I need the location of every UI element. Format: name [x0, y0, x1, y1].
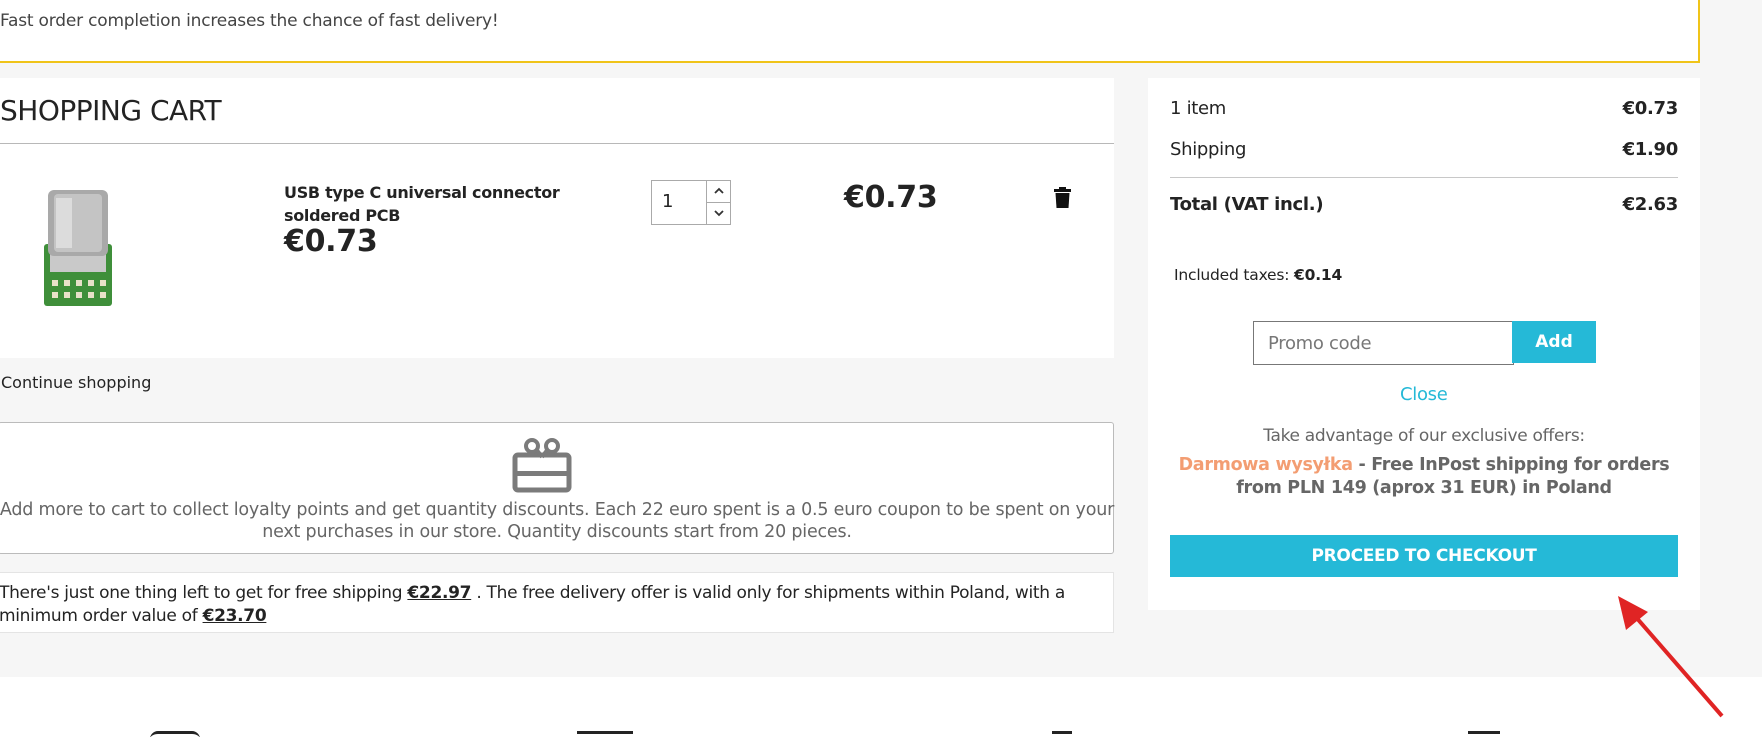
total-amount: €2.63: [1622, 194, 1679, 215]
notice-banner: Fast order completion increases the chan…: [0, 0, 1700, 63]
shipping-label: Shipping: [1170, 139, 1247, 160]
trash-icon[interactable]: [1054, 187, 1071, 208]
items-count-label: 1 item: [1170, 98, 1227, 119]
free-shipping-text: There's just one thing left to get for f…: [0, 582, 1089, 628]
annotation-arrow-icon: [1618, 596, 1724, 718]
footer-icon-4: [1468, 731, 1500, 737]
add-promo-button[interactable]: Add: [1512, 321, 1596, 363]
notice-text: Fast order completion increases the chan…: [0, 11, 499, 31]
cart-summary-panel: 1 item €0.73 Shipping €1.90 Total (VAT i…: [1148, 78, 1700, 610]
loyalty-info-box: Add more to cart to collect loyalty poin…: [0, 422, 1114, 554]
footer-icon-1: [150, 731, 200, 737]
product-image[interactable]: [42, 190, 114, 308]
offer-name[interactable]: Darmowa wysyłka: [1179, 455, 1353, 475]
product-name-link[interactable]: USB type C universal connector soldered …: [284, 181, 624, 227]
shipping-amount: €1.90: [1622, 139, 1679, 160]
promo-code-input[interactable]: [1253, 321, 1514, 365]
loyalty-text: Add more to cart to collect loyalty poin…: [0, 500, 1115, 542]
free-shipping-box: There's just one thing left to get for f…: [0, 572, 1114, 633]
taxes-label: Included taxes:: [1174, 266, 1290, 284]
included-taxes: Included taxes: €0.14: [1174, 266, 1342, 284]
taxes-amount: €0.14: [1294, 266, 1343, 284]
gift-card-icon: [512, 438, 572, 493]
summary-shipping-row: Shipping €1.90: [1170, 139, 1678, 160]
summary-divider: [1170, 177, 1678, 178]
offers-title: Take advantage of our exclusive offers:: [1263, 426, 1585, 446]
chevron-down-icon[interactable]: [707, 203, 731, 224]
proceed-to-checkout-button[interactable]: PROCEED TO CHECKOUT: [1170, 535, 1678, 577]
shopping-cart-panel: SHOPPING CART USB type C universal conne…: [0, 78, 1114, 358]
summary-items-row: 1 item €0.73: [1170, 98, 1678, 119]
footer-icon-3: [1052, 731, 1072, 737]
free-shipping-remaining: €22.97: [407, 583, 472, 603]
items-amount: €0.73: [1622, 98, 1679, 119]
quantity-value[interactable]: 1: [662, 191, 673, 212]
close-promo-link[interactable]: Close: [1400, 384, 1448, 405]
footer-icon-2: [577, 731, 633, 737]
free-shipping-text-before: There's just one thing left to get for f…: [0, 583, 403, 603]
cart-divider: [0, 143, 1114, 144]
total-label: Total (VAT incl.): [1170, 194, 1324, 215]
continue-shopping-link[interactable]: Continue shopping: [1, 373, 151, 392]
free-shipping-minimum: €23.70: [202, 606, 267, 626]
chevron-up-icon[interactable]: [707, 181, 731, 202]
cart-title: SHOPPING CART: [0, 94, 222, 127]
product-unit-price: €0.73: [284, 224, 378, 259]
quantity-stepper[interactable]: 1: [651, 180, 731, 225]
product-line-total: €0.73: [844, 180, 938, 215]
offer-item: Darmowa wysyłka - Free InPost shipping f…: [1170, 454, 1678, 500]
footer-reassurance-strip: [0, 677, 1762, 737]
summary-total-row: Total (VAT incl.) €2.63: [1170, 194, 1678, 215]
